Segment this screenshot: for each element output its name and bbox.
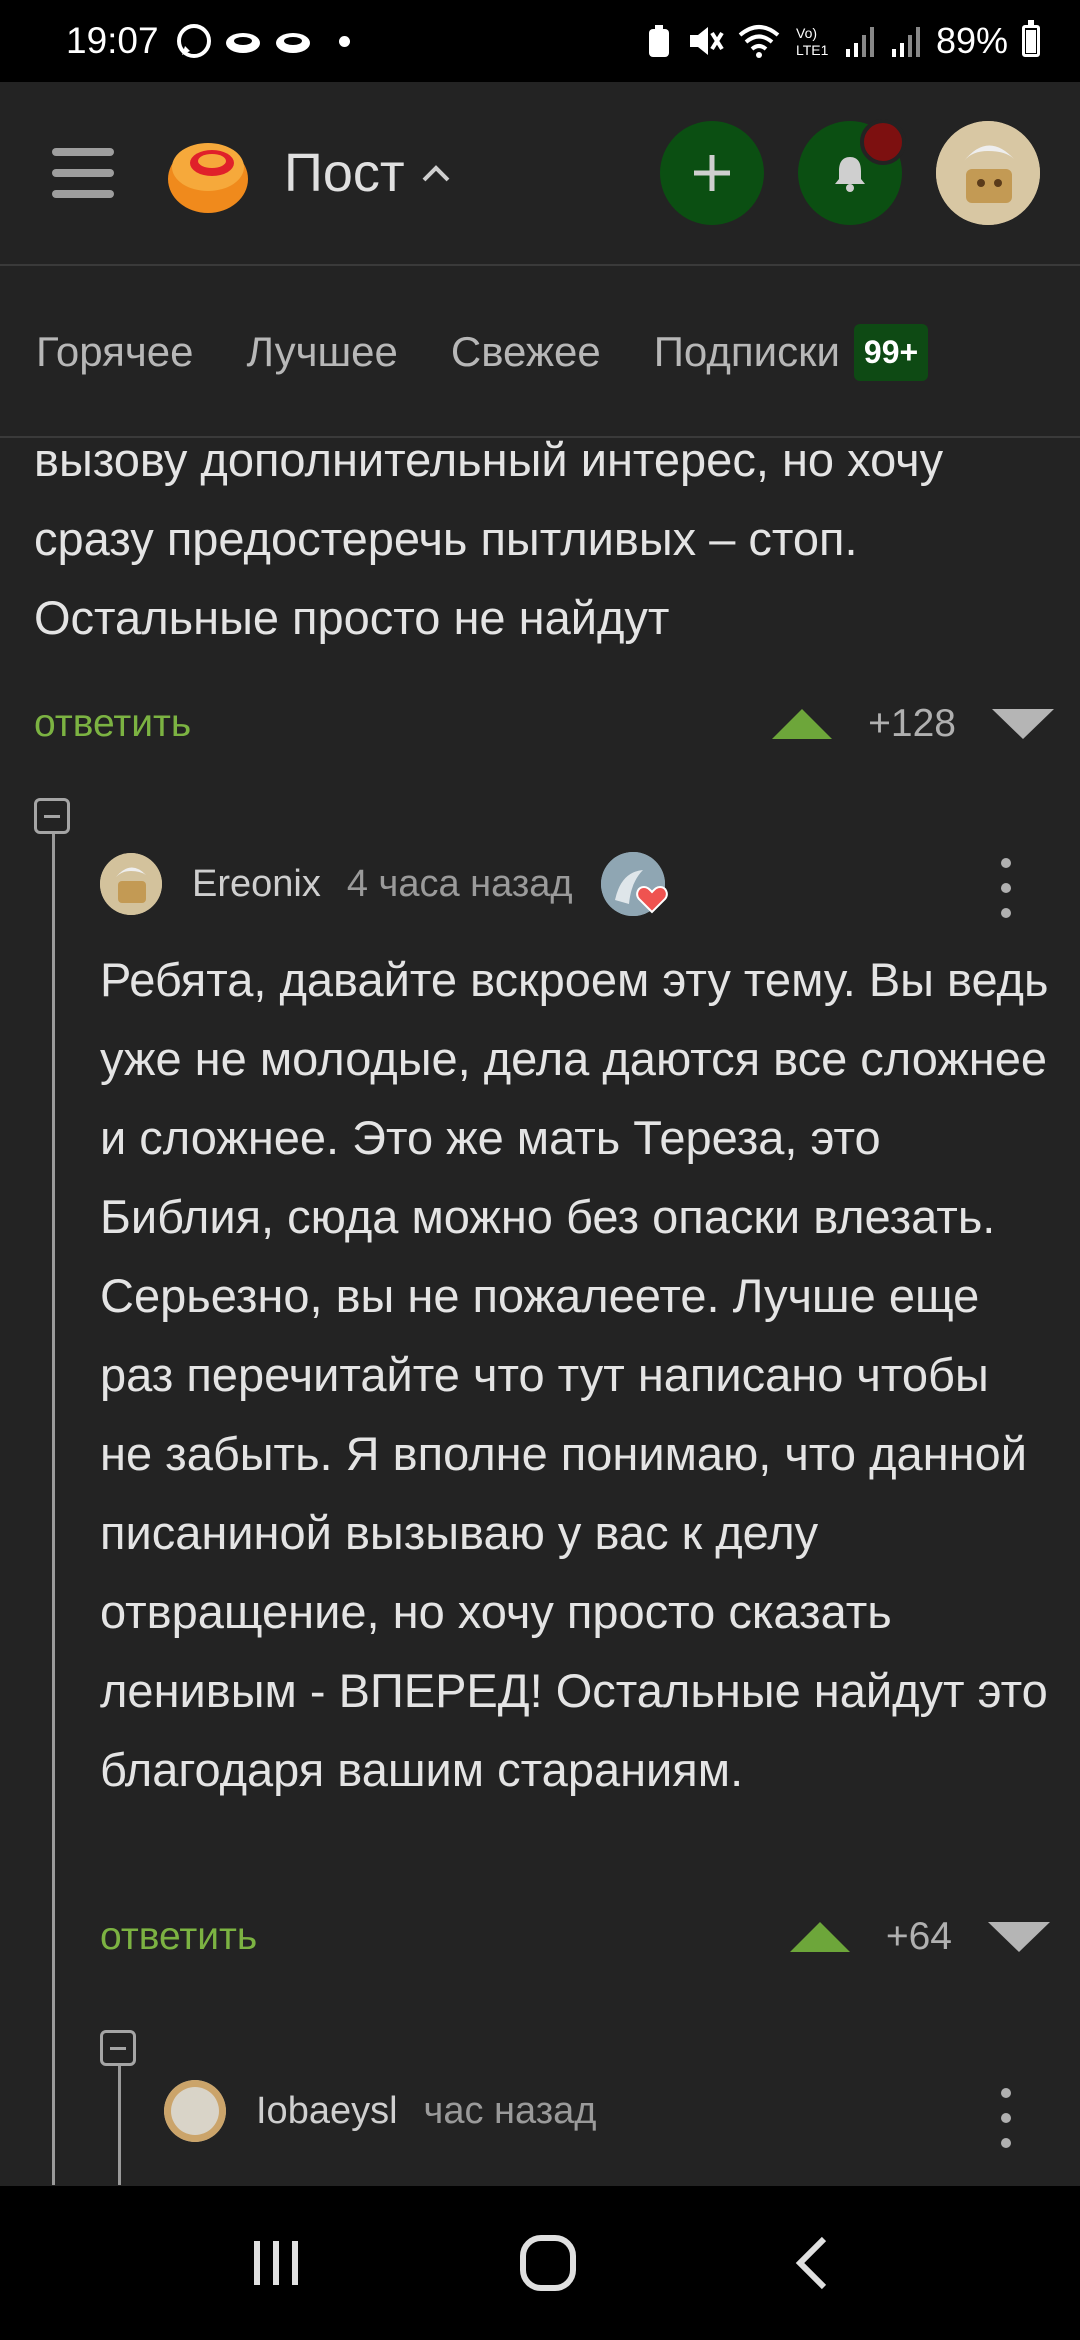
more-options-icon[interactable] <box>998 2088 1014 2148</box>
battery-percent: 89% <box>935 20 1008 61</box>
cloud-icon <box>275 33 310 53</box>
recents-icon[interactable] <box>246 2235 306 2291</box>
signal-icon <box>891 27 920 57</box>
status-dot <box>338 35 350 47</box>
pikabu-logo[interactable] <box>162 127 254 219</box>
system-nav-bar <box>0 2186 1080 2340</box>
thread-line <box>52 818 55 2185</box>
comment-text: вызову дополнительный интерес, но хочу с… <box>34 440 944 644</box>
tab-fresh[interactable]: Свежее <box>451 328 601 376</box>
svg-text:LTE1: LTE1 <box>796 42 829 58</box>
comment-author[interactable]: Iobaeysl <box>256 2090 398 2133</box>
status-system-icons: Vo) LTE1 89% <box>646 20 1040 62</box>
app-header: Пост <box>0 82 1080 266</box>
feed-tabs: Горячее Лучшее Свежее Подписки 99+ <box>0 268 1080 438</box>
page-title[interactable]: Пост <box>284 142 405 204</box>
menu-icon[interactable] <box>52 142 114 204</box>
alarm-icon <box>648 25 669 57</box>
reply-button[interactable]: ответить <box>34 702 191 746</box>
notification-badge <box>860 119 906 165</box>
avatar-image <box>936 121 1040 225</box>
tab-best[interactable]: Лучшее <box>247 328 398 376</box>
comment-header: Ereonix 4 часа назад <box>100 852 668 916</box>
comment-header: Iobaeysl час назад <box>164 2080 596 2142</box>
comment-text: Ребята, давайте вскроем эту тему. Вы вед… <box>100 953 1049 1796</box>
signal-icon <box>845 27 874 57</box>
tab-hot[interactable]: Горячее <box>36 328 194 376</box>
avatar-image <box>100 853 162 915</box>
tab-subscriptions-label: Подписки <box>653 328 840 375</box>
status-bar: 19:07 Vo) LTE1 89% <box>0 0 1080 82</box>
add-post-button[interactable] <box>660 121 764 225</box>
avatar-image <box>164 2080 226 2142</box>
reply-button[interactable]: ответить <box>100 1915 257 1959</box>
upvote-icon[interactable] <box>772 709 833 739</box>
avatar[interactable] <box>164 2080 226 2142</box>
plus-icon <box>694 155 730 191</box>
downvote-icon[interactable] <box>992 709 1054 739</box>
collapse-thread-button[interactable] <box>100 2030 136 2066</box>
vote-count: +64 <box>885 1915 952 1958</box>
volte-icon: Vo)LTE1 <box>796 25 829 58</box>
wifi-icon <box>738 25 780 58</box>
comment-time: 4 часа назад <box>346 862 573 905</box>
comments-area: вызову дополнительный интерес, но хочу с… <box>0 440 1080 2185</box>
heart-icon <box>635 885 668 914</box>
comment-actions: ответить +128 <box>34 702 1054 746</box>
whatsapp-icon <box>176 24 211 58</box>
user-avatar[interactable] <box>936 121 1040 225</box>
cloud-icon <box>225 33 260 53</box>
status-notification-icons <box>175 22 313 60</box>
thread-line <box>118 2050 121 2185</box>
battery-level <box>1026 29 1036 53</box>
downvote-icon[interactable] <box>988 1922 1050 1952</box>
bell-icon <box>835 157 865 192</box>
tab-subscriptions[interactable]: Подписки 99+ <box>653 323 929 381</box>
notifications-button[interactable] <box>798 119 906 225</box>
collapse-thread-button[interactable] <box>34 798 70 834</box>
more-options-icon[interactable] <box>998 858 1014 918</box>
battery-icon <box>1022 20 1040 57</box>
comment-time: час назад <box>423 2089 597 2132</box>
chevron-up-icon[interactable] <box>419 156 453 190</box>
vote-controls: +128 <box>772 702 1054 746</box>
mute-icon <box>689 27 724 55</box>
vote-count: +128 <box>868 702 956 745</box>
subscriptions-badge: 99+ <box>853 323 929 381</box>
comment-author[interactable]: Ereonix <box>192 863 321 906</box>
status-time: 19:07 <box>66 20 159 61</box>
comment-actions: ответить +64 <box>100 1915 1050 1959</box>
award-icon[interactable] <box>600 852 668 916</box>
avatar[interactable] <box>100 853 162 915</box>
upvote-icon[interactable] <box>789 1922 850 1952</box>
svg-text:Vo): Vo) <box>796 25 817 41</box>
back-icon[interactable] <box>790 2233 834 2293</box>
vote-controls: +64 <box>789 1915 1050 1959</box>
home-icon[interactable] <box>518 2233 578 2293</box>
